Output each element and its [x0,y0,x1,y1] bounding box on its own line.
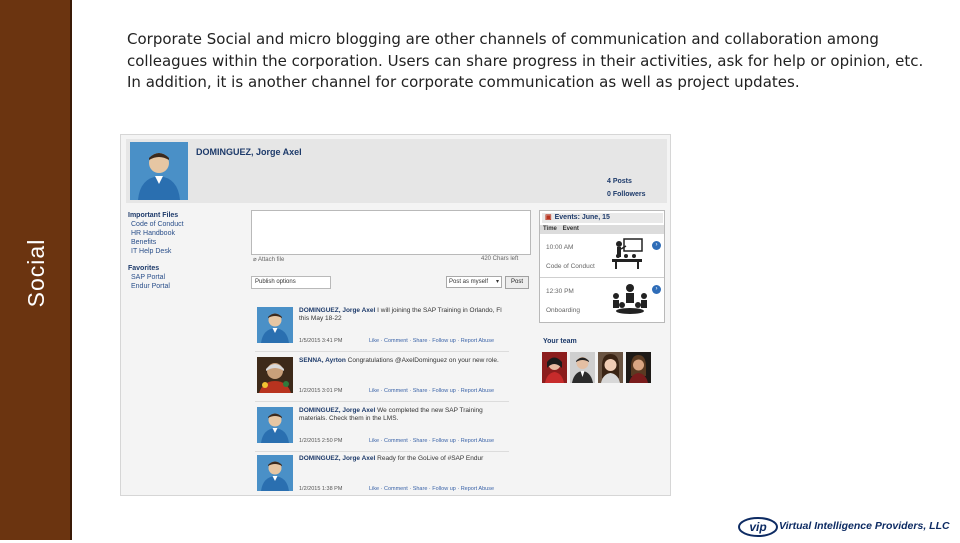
sidebar: Social [0,0,72,540]
feed-author[interactable]: DOMINGUEZ, Jorge Axel [299,455,375,462]
profile-header: DOMINGUEZ, Jorge Axel 4 Posts 0 Follower… [126,139,667,203]
calendar-icon: ▣ [545,214,552,221]
intro-line: In addition, it is another channel for c… [127,73,800,91]
attach-file-link[interactable]: ⌀ Attach file [253,256,284,263]
file-link[interactable]: Benefits [128,238,248,247]
brand-name: Virtual Intelligence Providers, LLC [779,520,950,532]
events-columns: Time Event [540,225,664,234]
post-button[interactable]: Post [505,276,529,289]
col-event: Event [562,226,579,232]
feed-item: DOMINGUEZ, Jorge Axel Ready for the GoLi… [255,453,509,495]
events-header: ▣ Events: June, 15 [542,213,663,223]
event-open-button[interactable]: › [652,285,661,294]
col-time: Time [543,226,557,232]
sidebar-title: Social [23,238,49,308]
file-link[interactable]: IT Help Desk [128,247,248,256]
feed-time: 1/2/2015 1:38 PM [299,486,343,492]
team-member-avatar[interactable] [626,352,651,383]
feed-time: 1/2/2015 2:50 PM [299,438,343,444]
divider [540,277,664,278]
feed-text: DOMINGUEZ, Jorge Axel I will joining the… [299,307,509,323]
feed-text: DOMINGUEZ, Jorge Axel We completed the n… [299,407,509,423]
profile-stats: 4 Posts 0 Followers [607,175,646,201]
meeting-icon [610,283,650,322]
feed-author[interactable]: DOMINGUEZ, Jorge Axel [299,307,375,314]
post-textarea[interactable] [251,210,531,255]
feed-actions[interactable]: Like · Comment · Share · Follow up · Rep… [369,438,494,444]
avatar[interactable] [257,357,293,393]
vip-logo: vip [737,516,779,537]
feed-message: Congratulations @AxelDominguez on your n… [347,357,499,364]
profile-avatar[interactable] [130,142,188,200]
team-member-avatar[interactable] [570,352,595,383]
important-files-heading: Important Files [128,212,179,219]
file-link[interactable]: HR Handbook [128,229,248,238]
event-time: 10:00 AM [546,244,574,251]
presentation-icon [610,238,644,275]
feed-actions[interactable]: Like · Comment · Share · Follow up · Rep… [369,338,494,344]
file-link[interactable]: Code of Conduct [128,220,248,229]
favorite-link[interactable]: Endur Portal [128,282,248,291]
events-panel: ▣ Events: June, 15 Time Event 10:00 AM Co… [539,210,665,323]
avatar[interactable] [257,407,293,443]
publish-options-input[interactable]: Publish options [251,276,331,289]
feed-item: DOMINGUEZ, Jorge Axel We completed the n… [255,405,509,452]
feed-message: Ready for the GoLive of #SAP Endur [377,455,484,462]
event-name[interactable]: Onboarding [546,307,580,314]
event-time: 12:30 PM [546,288,574,295]
feed-item: DOMINGUEZ, Jorge Axel I will joining the… [255,305,509,352]
events-title: Events: June, 15 [554,214,610,221]
team-member-avatar[interactable] [542,352,567,383]
intro-line: colleagues within the corporation. Users… [127,51,924,70]
intro-line: Corporate Social and micro blogging are … [127,30,879,48]
feed-actions[interactable]: Like · Comment · Share · Follow up · Rep… [369,486,494,492]
feed-item: SENNA, Ayrton Congratulations @AxelDomin… [255,355,509,402]
feed-author[interactable]: DOMINGUEZ, Jorge Axel [299,407,375,414]
attach-label: Attach file [257,257,285,263]
post-as-select[interactable]: Post as myself ▾ [446,276,502,288]
intro-text: Corporate Social and micro blogging are … [127,29,927,94]
profile-name[interactable]: DOMINGUEZ, Jorge Axel [196,147,302,157]
chars-left: 420 Chars left [481,256,519,262]
avatar[interactable] [257,455,293,491]
logo-text: vip [749,520,766,534]
avatar[interactable] [257,307,293,343]
post-as-value: Post as myself [449,279,489,285]
social-screenshot: DOMINGUEZ, Jorge Axel 4 Posts 0 Follower… [120,134,671,496]
posts-count[interactable]: 4 Posts [607,175,646,188]
followers-count[interactable]: 0 Followers [607,188,646,201]
team-member-avatar[interactable] [598,352,623,383]
event-open-button[interactable]: › [652,241,661,250]
feed-author[interactable]: SENNA, Ayrton [299,357,346,364]
favorite-link[interactable]: SAP Portal [128,273,248,282]
feed-time: 1/2/2015 3:01 PM [299,388,343,394]
left-panel: Important Files Code of Conduct HR Handb… [128,211,248,291]
feed-text: DOMINGUEZ, Jorge Axel Ready for the GoLi… [299,455,509,463]
event-name[interactable]: Code of Conduct [546,263,595,270]
team-title: Your team [543,338,577,345]
feed-time: 1/5/2015 3:41 PM [299,338,343,344]
feed-text: SENNA, Ayrton Congratulations @AxelDomin… [299,357,509,365]
feed-actions[interactable]: Like · Comment · Share · Follow up · Rep… [369,388,494,394]
chevron-down-icon: ▾ [495,279,499,285]
favorites-heading: Favorites [128,265,160,272]
